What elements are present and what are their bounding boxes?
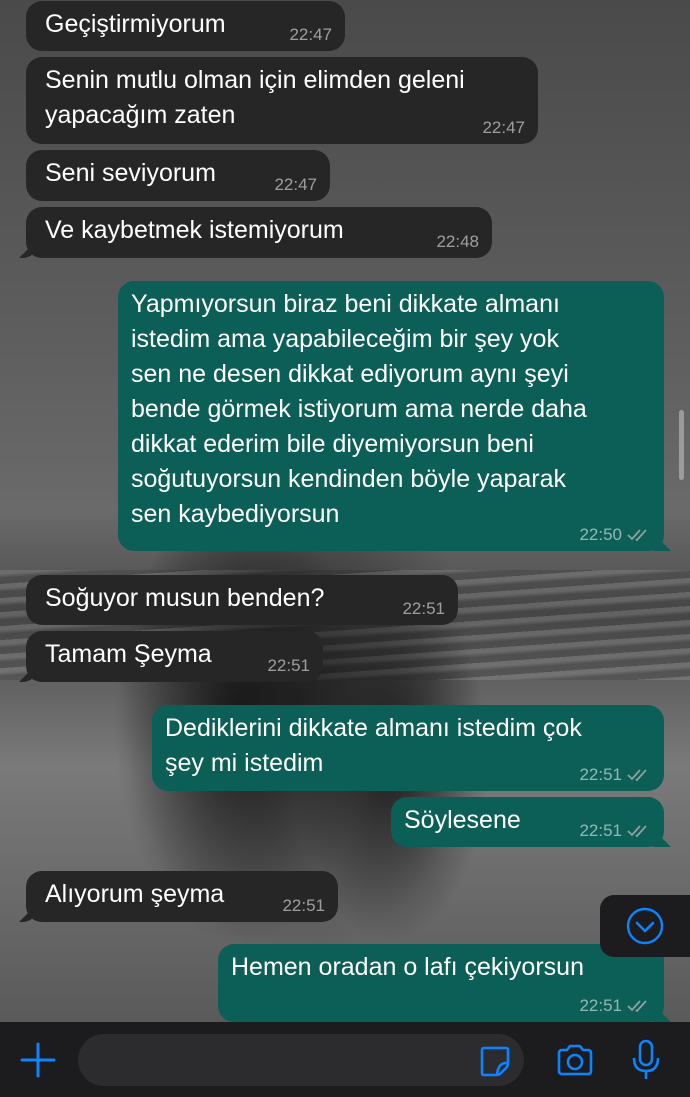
message-meta: 22:51 [579,996,651,1016]
message-time: 22:51 [579,821,622,840]
message-time: 22:51 [579,765,622,784]
message-time: 22:50 [579,525,622,544]
message-composer [0,1022,690,1097]
plus-icon[interactable] [18,1040,58,1080]
message-text: Hemen oradan o lafı çekiyorsun [231,953,584,981]
read-ticks-icon [627,769,647,782]
read-ticks-icon [627,825,647,838]
message-bubble-outgoing[interactable]: Hemen oradan o lafı çekiyorsun 22:51 [218,944,664,1022]
chevron-down-circle-icon [626,907,664,945]
message-meta: 22:51 [267,656,310,676]
message-time: 22:51 [402,599,445,618]
message-input[interactable] [78,1034,524,1086]
message-time: 22:51 [267,656,310,675]
message-time: 22:47 [274,175,317,194]
message-meta: 22:47 [482,118,525,138]
message-text: Yapmıyorsun biraz beni dikkate almanı is… [131,290,587,528]
message-bubble-incoming[interactable]: Tamam Şeyma 22:51 [26,631,323,682]
message-bubble-incoming[interactable]: Ve kaybetmek istemiyorum 22:48 [26,207,492,258]
message-meta: 22:51 [579,765,651,785]
read-ticks-icon [627,1000,647,1013]
message-time: 22:48 [436,232,479,251]
message-meta: 22:51 [579,821,651,841]
chat-scrollbar[interactable] [679,410,684,480]
message-bubble-incoming[interactable]: Soğuyor musun benden? 22:51 [26,575,458,625]
message-time: 22:51 [282,896,325,915]
message-bubble-incoming[interactable]: Senin mutlu olman için elimden geleni ya… [26,57,538,144]
message-meta: 22:47 [274,175,317,195]
message-bubble-incoming[interactable]: Alıyorum şeyma 22:51 [26,871,338,922]
message-text: Senin mutlu olman için elimden geleni ya… [45,66,465,129]
message-bubble-outgoing[interactable]: Yapmıyorsun biraz beni dikkate almanı is… [118,281,664,551]
scroll-to-bottom-button[interactable] [600,895,690,957]
message-meta: 22:47 [289,25,332,45]
microphone-icon[interactable] [630,1038,662,1082]
message-meta: 22:51 [402,599,445,619]
message-meta: 22:51 [282,896,325,916]
message-text: Soğuyor musun benden? [45,584,325,612]
message-bubble-outgoing[interactable]: Dediklerini dikkate almanı istedim çok ş… [152,705,664,791]
message-bubble-outgoing[interactable]: Söylesene 22:51 [391,797,664,847]
message-text: Ve kaybetmek istemiyorum [45,216,344,244]
message-bubble-incoming[interactable]: Geçiştirmiyorum 22:47 [26,1,345,51]
message-meta: 22:50 [579,525,651,545]
camera-icon[interactable] [555,1041,595,1079]
message-time: 22:47 [482,118,525,137]
message-meta: 22:48 [436,232,479,252]
sticker-icon[interactable] [478,1044,512,1078]
message-time: 22:47 [289,25,332,44]
message-bubble-incoming[interactable]: Seni seviyorum 22:47 [26,150,330,201]
read-ticks-icon [627,529,647,542]
message-time: 22:51 [579,996,622,1015]
